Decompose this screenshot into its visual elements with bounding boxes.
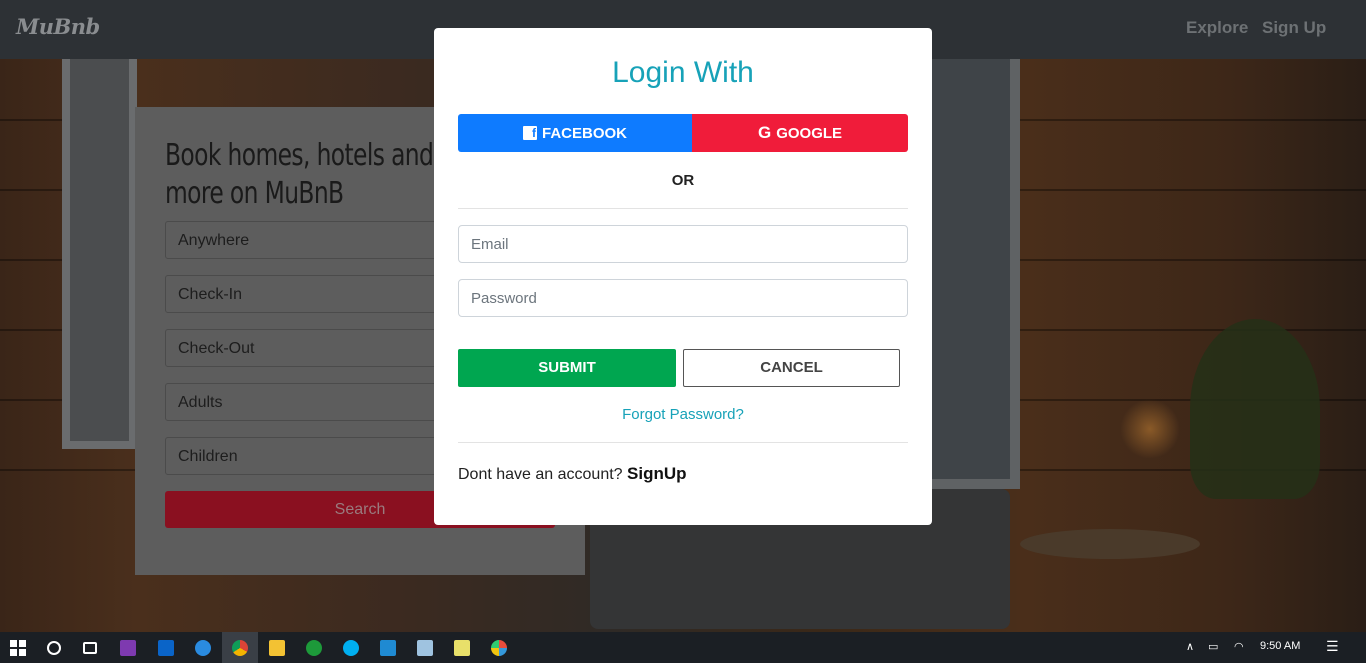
edge-icon[interactable] xyxy=(185,632,221,663)
file-explorer-icon[interactable] xyxy=(259,632,295,663)
cortana-icon[interactable] xyxy=(36,632,72,663)
divider xyxy=(458,208,908,209)
battery-icon[interactable]: ▭ xyxy=(1208,640,1218,653)
email-field[interactable]: Email xyxy=(458,225,908,263)
notepad-icon[interactable] xyxy=(407,632,443,663)
facebook-label: FACEBOOK xyxy=(541,124,627,142)
or-divider-label: OR xyxy=(671,172,695,189)
show-hidden-icons-chevron-icon[interactable]: ∧ xyxy=(1186,640,1194,653)
facebook-icon: f xyxy=(522,126,537,140)
signup-prompt-text: Dont have an account? xyxy=(458,466,623,483)
task-view-icon[interactable] xyxy=(72,632,108,663)
forgot-password-link[interactable]: Forgot Password? xyxy=(434,406,932,423)
facebook-login-button[interactable]: f FACEBOOK xyxy=(458,114,692,152)
windows-start-icon[interactable] xyxy=(0,632,36,663)
paint-icon[interactable] xyxy=(481,632,517,663)
divider xyxy=(458,442,908,443)
password-field[interactable]: Password xyxy=(458,279,908,317)
submit-button[interactable]: SUBMIT xyxy=(458,349,676,387)
wifi-icon[interactable]: ◠ xyxy=(1234,640,1244,653)
outlook-icon[interactable] xyxy=(148,632,184,663)
skype-icon[interactable] xyxy=(333,632,369,663)
google-icon: G xyxy=(757,123,772,142)
node-icon[interactable] xyxy=(296,632,332,663)
modal-title: Login With xyxy=(612,56,754,89)
onenote-icon[interactable] xyxy=(110,632,146,663)
sticky-notes-icon[interactable] xyxy=(444,632,480,663)
signup-link[interactable]: SignUp xyxy=(627,464,687,483)
clock-time[interactable]: 9:50 AM xyxy=(1260,640,1300,652)
windows-taskbar: ∧ ▭ ◠ 9:50 AM ☰ xyxy=(0,632,1366,663)
chrome-icon[interactable] xyxy=(222,632,258,663)
google-login-button[interactable]: G GOOGLE xyxy=(692,114,908,152)
vscode-icon[interactable] xyxy=(370,632,406,663)
login-modal: Login With f FACEBOOK G GOOGLE OR Email … xyxy=(434,28,932,525)
signup-prompt: Dont have an account? SignUp xyxy=(458,464,687,484)
notifications-icon[interactable]: ☰ xyxy=(1326,638,1339,655)
google-label: GOOGLE xyxy=(776,124,843,142)
cancel-button[interactable]: CANCEL xyxy=(683,349,900,387)
